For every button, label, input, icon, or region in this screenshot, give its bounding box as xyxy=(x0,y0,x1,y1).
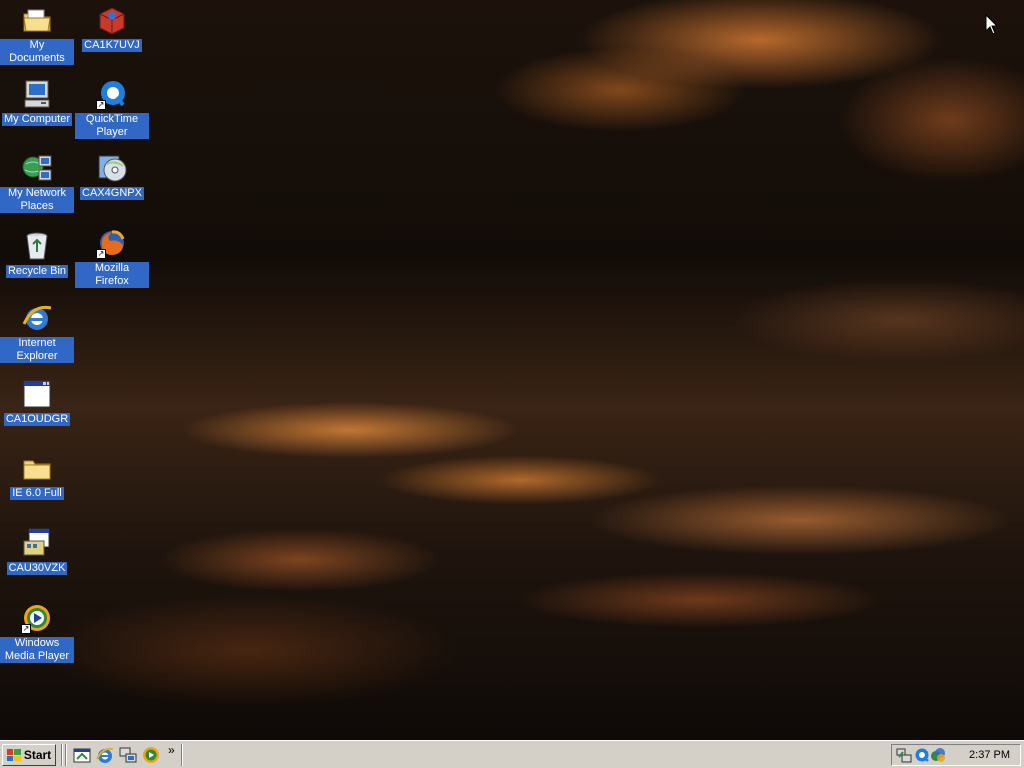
shortcut-arrow-icon: ↗ xyxy=(96,100,106,110)
desktop-icon-internet-explorer[interactable]: Internet Explorer xyxy=(0,302,74,363)
desktop-icon-label: CAU30VZK xyxy=(6,562,68,575)
window-app-icon xyxy=(21,378,53,410)
desktop-icon-windows-media-player[interactable]: ↗ Windows Media Player xyxy=(0,602,74,663)
desktop-icon-label: CA1OUDGR xyxy=(3,413,71,426)
desktop-icon-label: Windows Media Player xyxy=(0,637,74,663)
desktop-icon-label: My Computer xyxy=(1,113,73,126)
desktop-icon-mozilla-firefox[interactable]: ↗ Mozilla Firefox xyxy=(75,227,149,288)
desktop-icon-network-places[interactable]: My Network Places xyxy=(0,152,74,213)
network-tray-icon[interactable] xyxy=(896,747,912,763)
media-tray-icon[interactable] xyxy=(930,747,946,763)
desktop-icon-label: QuickTime Player xyxy=(75,113,149,139)
folder-icon xyxy=(21,452,53,484)
my-documents-icon xyxy=(21,4,53,36)
quicktime-icon: ↗ xyxy=(96,78,128,110)
desktop-icon-ie6-folder[interactable]: IE 6.0 Full xyxy=(0,452,74,500)
clock[interactable]: 2:37 PM xyxy=(969,749,1010,761)
network-places-icon xyxy=(21,152,53,184)
desktop-icon-label: CA1K7UVJ xyxy=(82,39,142,52)
shortcut-arrow-icon: ↗ xyxy=(96,249,106,259)
system-tray: 2:37 PM xyxy=(891,744,1021,766)
package-icon xyxy=(96,4,128,36)
quick-launch-grip[interactable] xyxy=(65,744,67,766)
desktop-icon-my-computer[interactable]: My Computer xyxy=(0,78,74,126)
firefox-icon: ↗ xyxy=(96,227,128,259)
desktop-icon-label: My Documents xyxy=(0,39,74,65)
desktop-icon-my-documents[interactable]: My Documents xyxy=(0,4,74,65)
media-player-icon[interactable] xyxy=(142,746,160,764)
desktop-icon-quicktime-player[interactable]: ↗ QuickTime Player xyxy=(75,78,149,139)
desktop-icon-ca1oudgr[interactable]: CA1OUDGR xyxy=(0,378,74,426)
taskbar: Start » 2:37 PM xyxy=(0,740,1024,768)
quicktime-tray-icon[interactable] xyxy=(914,747,930,763)
shortcut-arrow-icon: ↗ xyxy=(21,624,31,634)
my-computer-icon xyxy=(21,78,53,110)
recycle-bin-icon xyxy=(21,230,53,262)
start-label: Start xyxy=(23,748,52,762)
mouse-cursor-icon xyxy=(985,14,999,35)
desktop-icon-label: IE 6.0 Full xyxy=(10,487,64,500)
taskbar-separator xyxy=(181,744,183,766)
quick-launch-overflow-button[interactable]: » xyxy=(168,743,175,757)
network-icon[interactable] xyxy=(119,746,137,764)
desktop-icon-recycle-bin[interactable]: Recycle Bin xyxy=(0,230,74,278)
desktop-icon-cax4gnpx[interactable]: CAX4GNPX xyxy=(75,152,149,200)
taskbar-separator xyxy=(61,744,63,766)
desktop-background[interactable]: My Documents My Computer My Network Plac… xyxy=(0,0,1024,740)
internet-explorer-icon[interactable] xyxy=(96,746,114,764)
internet-explorer-icon xyxy=(21,302,53,334)
desktop-icon-ca1k7uvj[interactable]: CA1K7UVJ xyxy=(75,4,149,52)
desktop-icon-label: Recycle Bin xyxy=(5,265,69,278)
show-desktop-icon[interactable] xyxy=(73,746,91,764)
start-button[interactable]: Start xyxy=(2,744,56,766)
media-player-icon: ↗ xyxy=(21,602,53,634)
desktop-icon-label: Internet Explorer xyxy=(0,337,74,363)
desktop-icon-label: Mozilla Firefox xyxy=(75,262,149,288)
desktop-icon-label: CAX4GNPX xyxy=(80,187,144,200)
cd-installer-icon xyxy=(96,152,128,184)
windows-logo-icon xyxy=(6,749,21,761)
desktop-icon-cau30vzk[interactable]: CAU30VZK xyxy=(0,527,74,575)
installer-icon xyxy=(21,527,53,559)
desktop-icon-label: My Network Places xyxy=(0,187,74,213)
